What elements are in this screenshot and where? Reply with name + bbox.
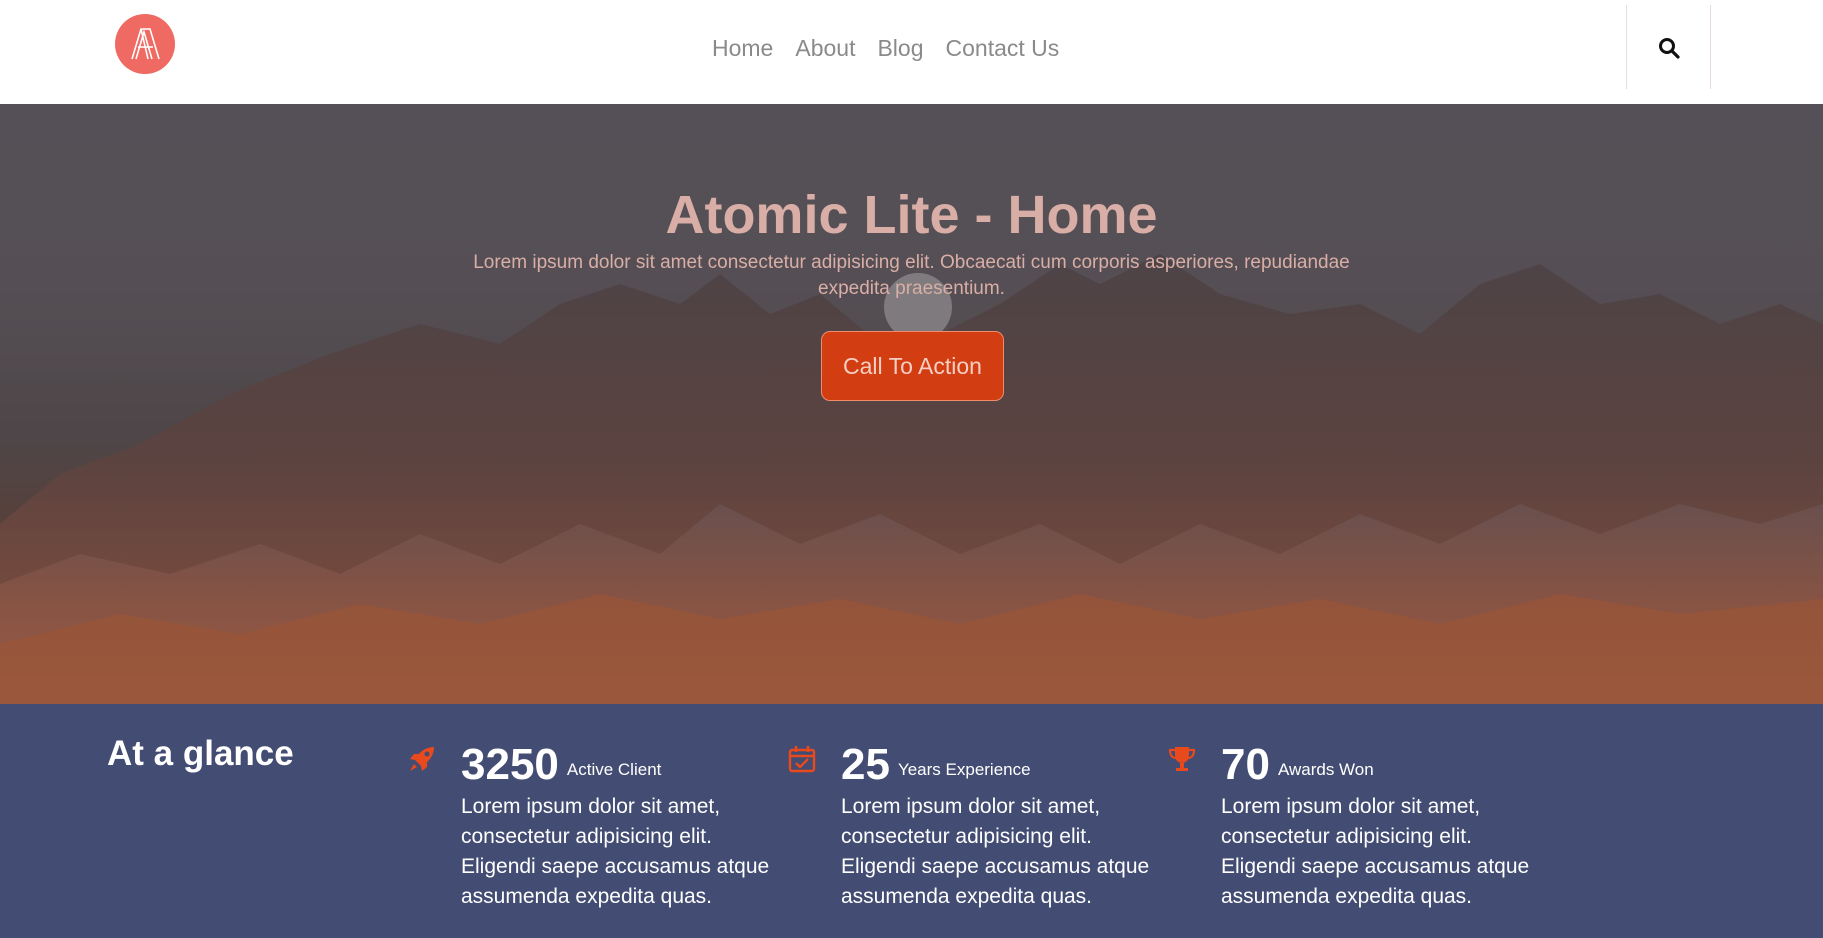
stat-number: 25 xyxy=(841,740,890,789)
nav-home[interactable]: Home xyxy=(712,35,773,62)
stat-description: Lorem ipsum dolor sit amet, consectetur … xyxy=(841,795,1150,908)
hero-section: Atomic Lite - Home Lorem ipsum dolor sit… xyxy=(0,104,1823,704)
stat-unit: Years Experience xyxy=(897,760,1031,779)
search-button[interactable] xyxy=(1626,5,1711,89)
call-to-action-button[interactable]: Call To Action xyxy=(821,331,1004,401)
nav-about[interactable]: About xyxy=(795,35,855,62)
site-header: Home About Blog Contact Us xyxy=(0,0,1823,104)
search-icon xyxy=(1659,38,1680,59)
logo[interactable] xyxy=(115,14,175,74)
nav-contact-us[interactable]: Contact Us xyxy=(946,35,1060,62)
stat-description: Lorem ipsum dolor sit amet, consectetur … xyxy=(461,795,770,908)
logo-mark-icon xyxy=(131,28,160,60)
stat-number: 70 xyxy=(1221,740,1270,789)
stat-number: 3250 xyxy=(461,740,559,789)
stat-unit: Awards Won xyxy=(1277,760,1374,779)
stat-description: Lorem ipsum dolor sit amet, consectetur … xyxy=(1221,795,1530,908)
hero-subtitle: Lorem ipsum dolor sit amet consectetur a… xyxy=(473,252,1350,299)
stat-unit: Active Client xyxy=(566,760,662,779)
nav-blog[interactable]: Blog xyxy=(877,35,923,62)
rocket-icon xyxy=(410,747,434,771)
calendar-check-icon xyxy=(788,746,816,773)
stats-section: At a glance 3250 Active Client Lorem ipsu… xyxy=(0,704,1823,938)
stats-title: At a glance xyxy=(107,734,294,773)
trophy-icon xyxy=(1168,747,1196,771)
main-nav: Home About Blog Contact Us xyxy=(712,30,1059,66)
page-title: Atomic Lite - Home xyxy=(665,185,1158,245)
